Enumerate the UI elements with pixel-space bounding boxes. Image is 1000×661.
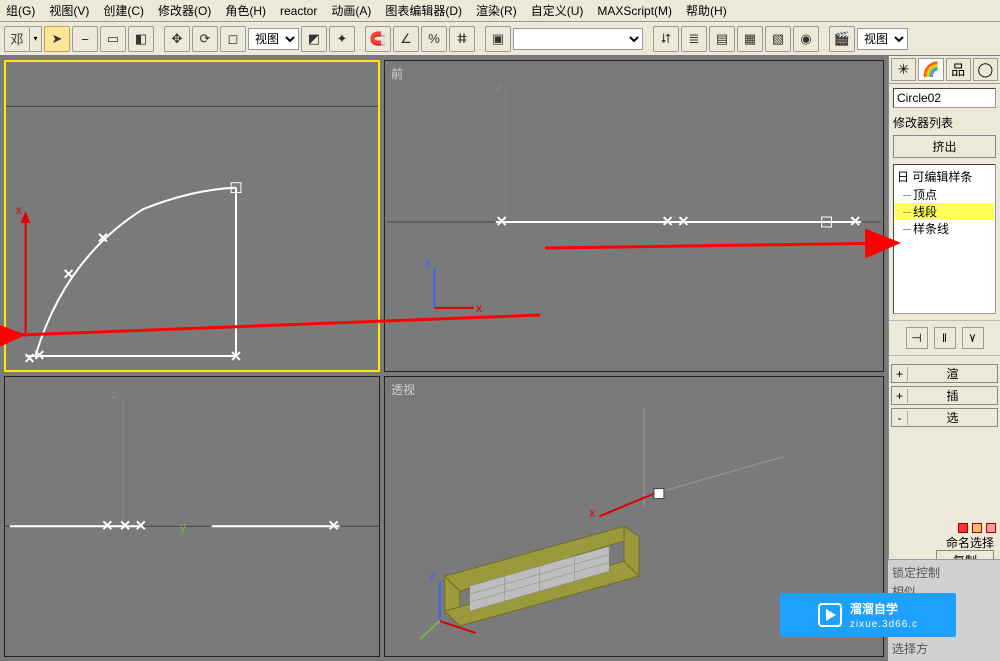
hierarchy-tab-icon[interactable]: 品: [946, 58, 971, 81]
spinner-snap-icon[interactable]: ⵌ: [449, 26, 475, 52]
layer-manager-icon[interactable]: ▤: [709, 26, 735, 52]
rollout-selection[interactable]: -选: [891, 408, 998, 427]
menu-render[interactable]: 渲染(R): [476, 2, 517, 19]
manipulate-icon[interactable]: ✦: [329, 26, 355, 52]
pin-stack-icon[interactable]: ⊣: [906, 327, 928, 349]
modify-tab-icon[interactable]: 🌈: [918, 58, 943, 81]
select-by-name-icon[interactable]: ⎯: [72, 26, 98, 52]
menu-character[interactable]: 角色(H): [225, 2, 266, 19]
svg-text:z: z: [430, 568, 436, 582]
filter-icon: 邓: [4, 26, 30, 52]
named-sel-set-icon[interactable]: ▣: [485, 26, 511, 52]
curve-editor-icon[interactable]: ▦: [737, 26, 763, 52]
grey-item: 锁定控制: [892, 563, 996, 582]
menu-animation[interactable]: 动画(A): [331, 2, 371, 19]
menu-bar: 组(G) 视图(V) 创建(C) 修改器(O) 角色(H) reactor 动画…: [0, 0, 1000, 22]
rollouts: +渲 +插 -选: [891, 364, 998, 427]
grey-item: 选择方: [892, 639, 996, 658]
schematic-view-icon[interactable]: ▧: [765, 26, 791, 52]
command-panel-tabs: ✳ 🌈 品 ◯: [889, 56, 1000, 84]
watermark-badge: 溜溜自学 zixue.3d66.c: [780, 593, 956, 637]
stack-root[interactable]: 日 可编辑样条: [895, 167, 994, 186]
align-icon[interactable]: ≣: [681, 26, 707, 52]
rollout-interp[interactable]: +插: [891, 386, 998, 405]
vertex-level-icon[interactable]: [958, 523, 968, 533]
segment-level-icon[interactable]: [972, 523, 982, 533]
mirror-icon[interactable]: ⮃: [653, 26, 679, 52]
menu-group[interactable]: 组(G): [6, 2, 35, 19]
modifier-button-extrude[interactable]: 挤出: [893, 135, 996, 158]
viewport-area: x 前 z z: [0, 56, 888, 661]
svg-text:z: z: [425, 255, 431, 269]
watermark-title: 溜溜自学: [850, 600, 918, 617]
named-sel-set-dropdown[interactable]: [513, 28, 643, 50]
percent-snap-icon[interactable]: %: [421, 26, 447, 52]
menu-customize[interactable]: 自定义(U): [531, 2, 584, 19]
show-end-result-icon[interactable]: ‖: [934, 327, 956, 349]
create-tab-icon[interactable]: ✳: [891, 58, 916, 81]
viewport-left[interactable]: z y: [4, 376, 380, 657]
stack-tools-row: ⊣ ‖ ٧: [889, 320, 1000, 356]
scale-tool-icon[interactable]: ◻: [220, 26, 246, 52]
svg-text:x: x: [16, 204, 22, 217]
rollout-render[interactable]: +渲: [891, 364, 998, 383]
object-name-field[interactable]: Circle02: [893, 88, 996, 108]
main-toolbar: 邓▾ ➤ ⎯ ▭ ◧ ✥ ⟳ ◻ 视图 ◩ ✦ 🧲 ∠ % ⵌ ▣ ⮃ ≣ ▤ …: [0, 22, 1000, 56]
render-view-dropdown[interactable]: 视图: [857, 28, 908, 50]
select-tool-icon[interactable]: ➤: [44, 26, 70, 52]
snap-toggle-icon[interactable]: 🧲: [365, 26, 391, 52]
window-crossing-icon[interactable]: ◧: [128, 26, 154, 52]
svg-text:x: x: [476, 301, 482, 315]
expand-icon[interactable]: 日: [897, 170, 909, 184]
motion-tab-icon[interactable]: ◯: [973, 58, 998, 81]
subobject-level-icons: [958, 523, 996, 533]
make-unique-icon[interactable]: ٧: [962, 327, 984, 349]
svg-text:z: z: [496, 80, 502, 94]
menu-grapheditor[interactable]: 图表编辑器(D): [385, 2, 462, 19]
material-editor-icon[interactable]: ◉: [793, 26, 819, 52]
viewport-top[interactable]: x: [4, 60, 380, 372]
svg-text:x: x: [589, 506, 595, 520]
play-icon: [818, 603, 842, 627]
selection-filter-dropdown[interactable]: 邓▾: [4, 26, 42, 52]
menu-create[interactable]: 创建(C): [103, 2, 144, 19]
move-tool-icon[interactable]: ✥: [164, 26, 190, 52]
rotate-tool-icon[interactable]: ⟳: [192, 26, 218, 52]
rect-select-icon[interactable]: ▭: [100, 26, 126, 52]
watermark-sub: zixue.3d66.c: [850, 619, 918, 630]
command-panel: ✳ 🌈 品 ◯ Circle02 修改器列表 挤出 日 可编辑样条 顶点 线段 …: [888, 56, 1000, 661]
menu-maxscript[interactable]: MAXScript(M): [597, 4, 672, 18]
modifier-stack[interactable]: 日 可编辑样条 顶点 线段 样条线: [893, 164, 996, 314]
angle-snap-icon[interactable]: ∠: [393, 26, 419, 52]
svg-text:z: z: [111, 387, 117, 401]
menu-reactor[interactable]: reactor: [280, 4, 317, 18]
stack-sub-vertex[interactable]: 顶点: [895, 186, 994, 203]
modifier-list-label: 修改器列表: [893, 114, 996, 131]
viewport-front[interactable]: 前 z z x: [384, 60, 884, 372]
menu-view[interactable]: 视图(V): [49, 2, 89, 19]
svg-text:y: y: [180, 520, 186, 534]
stack-sub-segment[interactable]: 线段: [895, 203, 994, 220]
ref-coord-system-dropdown[interactable]: 视图: [248, 28, 299, 50]
stack-sub-spline[interactable]: 样条线: [895, 220, 994, 237]
menu-modifiers[interactable]: 修改器(O): [158, 2, 211, 19]
render-scene-icon[interactable]: 🎬: [829, 26, 855, 52]
pivot-center-icon[interactable]: ◩: [301, 26, 327, 52]
menu-help[interactable]: 帮助(H): [686, 2, 727, 19]
named-selection-label: 命名选择: [946, 534, 994, 551]
spline-level-icon[interactable]: [986, 523, 996, 533]
